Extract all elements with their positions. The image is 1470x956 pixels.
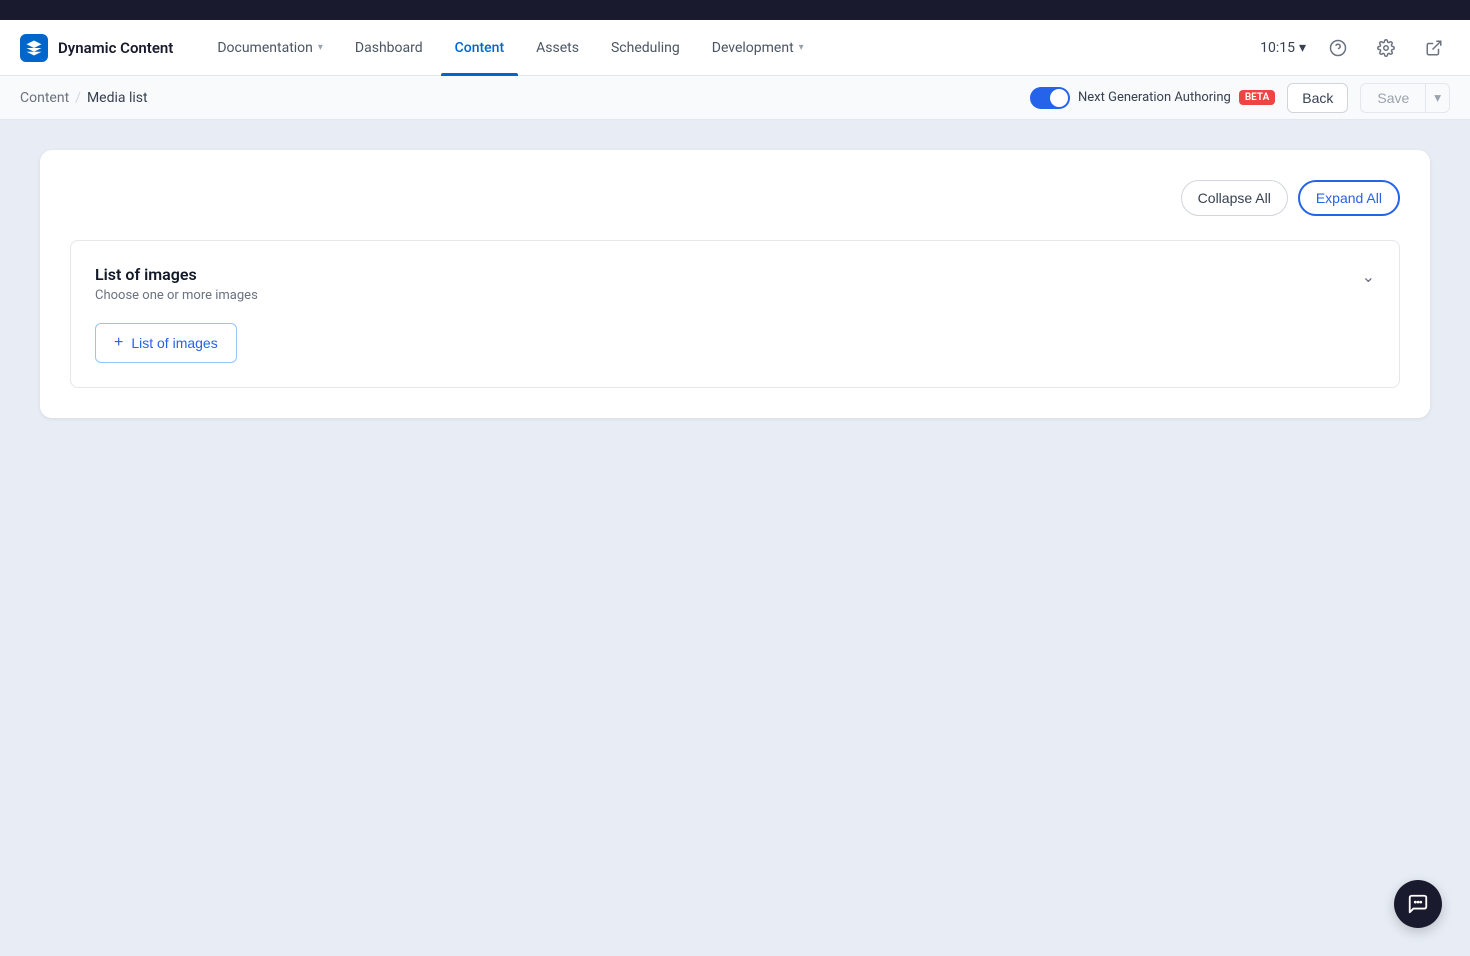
nav-item-dashboard[interactable]: Dashboard: [341, 32, 437, 64]
section-title: List of images: [95, 265, 258, 284]
nav-label-dashboard: Dashboard: [355, 40, 423, 56]
navbar: Dynamic Content Documentation ▾ Dashboar…: [0, 20, 1470, 76]
time-display: 10:15: [1260, 40, 1295, 56]
nav-label-documentation: Documentation: [217, 40, 313, 56]
section-header: List of images Choose one or more images…: [95, 265, 1375, 303]
images-section: List of images Choose one or more images…: [70, 240, 1400, 388]
logo-icon: [20, 34, 48, 62]
next-gen-toggle: Next Generation Authoring BETA: [1030, 87, 1275, 109]
section-header-text: List of images Choose one or more images: [95, 265, 258, 303]
breadcrumb: Content / Media list: [20, 90, 148, 106]
documentation-chevron-icon: ▾: [318, 42, 323, 53]
nav-item-assets[interactable]: Assets: [522, 32, 593, 64]
next-gen-toggle-switch[interactable]: [1030, 87, 1070, 109]
logo-text: Dynamic Content: [58, 39, 173, 57]
logo[interactable]: Dynamic Content: [20, 34, 173, 62]
add-images-button[interactable]: + List of images: [95, 323, 237, 363]
nav-item-content[interactable]: Content: [441, 32, 519, 64]
nav-item-documentation[interactable]: Documentation ▾: [203, 32, 337, 64]
nav-label-assets: Assets: [536, 40, 579, 56]
chat-button[interactable]: [1394, 880, 1442, 928]
nav-label-scheduling: Scheduling: [611, 40, 680, 56]
nav-label-content: Content: [455, 40, 505, 56]
breadcrumb-current: Media list: [87, 90, 148, 106]
save-button[interactable]: Save: [1360, 83, 1425, 113]
main-content: Collapse All Expand All List of images C…: [0, 120, 1470, 956]
nav-time[interactable]: 10:15 ▾: [1260, 40, 1306, 56]
section-collapse-chevron-icon[interactable]: ⌄: [1362, 267, 1375, 286]
nav-item-development[interactable]: Development ▾: [698, 32, 818, 64]
save-button-group: Save ▾: [1360, 83, 1450, 113]
content-card: Collapse All Expand All List of images C…: [40, 150, 1430, 418]
nav-label-development: Development: [712, 40, 794, 56]
expand-all-button[interactable]: Expand All: [1298, 180, 1400, 216]
breadcrumb-bar-right: Next Generation Authoring BETA Back Save…: [1030, 83, 1450, 113]
collapse-all-button[interactable]: Collapse All: [1181, 180, 1288, 216]
beta-badge: BETA: [1239, 90, 1275, 105]
breadcrumb-parent[interactable]: Content: [20, 90, 69, 106]
nav-item-scheduling[interactable]: Scheduling: [597, 32, 694, 64]
section-body: + List of images: [95, 323, 1375, 363]
topbar: [0, 0, 1470, 20]
next-gen-label: Next Generation Authoring: [1078, 90, 1231, 105]
time-chevron-icon: ▾: [1299, 40, 1306, 56]
help-button[interactable]: [1322, 32, 1354, 64]
save-button-chevron[interactable]: ▾: [1425, 83, 1450, 113]
nav-right: 10:15 ▾: [1260, 32, 1450, 64]
development-chevron-icon: ▾: [799, 42, 804, 53]
settings-button[interactable]: [1370, 32, 1402, 64]
back-button[interactable]: Back: [1287, 83, 1348, 113]
export-button[interactable]: [1418, 32, 1450, 64]
plus-icon: +: [114, 334, 123, 352]
section-subtitle: Choose one or more images: [95, 288, 258, 303]
card-toolbar: Collapse All Expand All: [70, 180, 1400, 216]
nav-items: Documentation ▾ Dashboard Content Assets…: [203, 32, 1260, 64]
add-images-button-label: List of images: [131, 335, 217, 351]
breadcrumb-bar: Content / Media list Next Generation Aut…: [0, 76, 1470, 120]
breadcrumb-separator: /: [75, 90, 81, 106]
